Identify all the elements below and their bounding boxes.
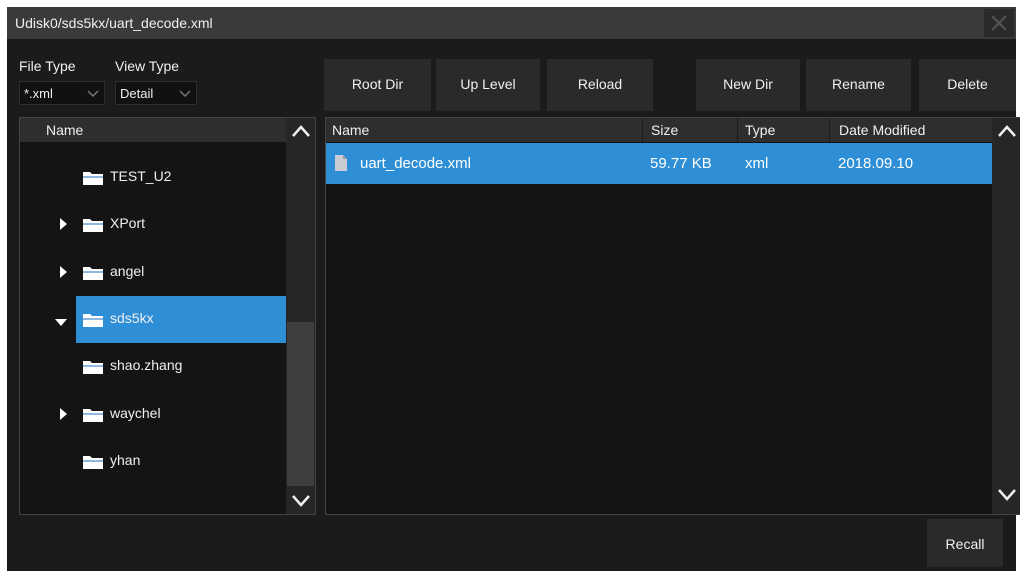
expanded-arrow-icon[interactable] — [54, 314, 68, 332]
tree-item-xport[interactable]: XPort — [20, 201, 286, 248]
tree-item-waychel[interactable]: waychel — [20, 391, 286, 438]
file-type-label: File Type — [19, 58, 76, 74]
close-button[interactable] — [984, 9, 1014, 37]
tree-scrollbar[interactable] — [286, 118, 315, 514]
reload-button[interactable]: Reload — [547, 59, 653, 111]
column-divider — [829, 118, 830, 142]
column-divider — [737, 118, 738, 142]
folder-icon — [82, 216, 104, 238]
tree-header: Name — [20, 118, 286, 142]
file-manager-window: Udisk0/sds5kx/uart_decode.xml File Type … — [7, 7, 1020, 571]
rename-label: Rename — [832, 76, 885, 92]
file-list-header: Name Size Type Date Modified — [326, 118, 992, 142]
column-date[interactable]: Date Modified — [839, 122, 925, 138]
file-type: xml — [745, 155, 769, 172]
up-level-label: Up Level — [460, 76, 516, 92]
tree-item-yhan[interactable]: yhan — [20, 438, 286, 485]
file-list-panel: Name Size Type Date Modified uart_decode… — [325, 117, 1020, 515]
scroll-up-icon[interactable] — [997, 124, 1017, 138]
collapsed-arrow-icon[interactable] — [58, 265, 68, 284]
column-name[interactable]: Name — [332, 122, 369, 138]
tree-item-label: yhan — [110, 451, 141, 468]
file-size: 59.77 KB — [650, 155, 712, 172]
delete-label: Delete — [947, 76, 988, 92]
tree-item-shao-zhang[interactable]: shao.zhang — [20, 343, 286, 390]
reload-label: Reload — [577, 76, 623, 92]
file-type-value: *.xml — [24, 86, 53, 101]
view-type-value: Detail — [120, 86, 154, 101]
new-dir-button[interactable]: New Dir — [696, 59, 800, 111]
folder-icon — [82, 358, 104, 380]
new-dir-label: New Dir — [723, 76, 773, 92]
column-divider — [642, 118, 643, 142]
column-type[interactable]: Type — [745, 122, 775, 138]
title-bar: Udisk0/sds5kx/uart_decode.xml — [7, 7, 1016, 39]
tree-item-label: sds5kx — [110, 309, 154, 326]
view-type-select[interactable]: Detail — [115, 81, 197, 105]
delete-button[interactable]: Delete — [919, 59, 1016, 111]
file-date: 2018.09.10 — [838, 155, 914, 172]
folder-icon — [82, 453, 104, 475]
close-icon — [991, 15, 1007, 31]
tree-item-angel[interactable]: angel — [20, 249, 286, 296]
file-name: uart_decode.xml — [360, 155, 471, 172]
file-row[interactable]: uart_decode.xml 59.77 KB xml 2018.09.10 — [326, 143, 992, 184]
tree-item-label: angel — [110, 262, 145, 279]
collapsed-arrow-icon[interactable] — [58, 407, 68, 426]
window-title: Udisk0/sds5kx/uart_decode.xml — [15, 15, 213, 31]
folder-icon — [82, 169, 104, 191]
up-level-button[interactable]: Up Level — [436, 59, 540, 111]
rename-button[interactable]: Rename — [806, 59, 911, 111]
tree-item-label: XPort — [110, 215, 146, 232]
file-icon — [335, 155, 347, 171]
scroll-down-icon[interactable] — [291, 494, 311, 508]
recall-label: Recall — [945, 536, 985, 552]
file-type-select[interactable]: *.xml — [19, 81, 105, 105]
tree-item-test-u2[interactable]: TEST_U2 — [20, 154, 286, 201]
file-list-scrollbar[interactable] — [992, 118, 1020, 514]
chevron-down-icon — [87, 90, 99, 98]
folder-icon — [82, 264, 104, 286]
root-dir-label: Root Dir — [351, 76, 404, 92]
view-type-label: View Type — [115, 58, 180, 74]
directory-tree-panel: Name TEST_U2 XPort angel sds5kx shao.zhang wa… — [19, 117, 316, 515]
collapsed-arrow-icon[interactable] — [58, 217, 68, 236]
column-size[interactable]: Size — [651, 122, 678, 138]
tree-item-sds5kx[interactable]: sds5kx — [55, 295, 286, 343]
tree-scroll-thumb[interactable] — [287, 322, 314, 486]
recall-button[interactable]: Recall — [927, 519, 1003, 567]
folder-icon — [82, 311, 104, 333]
scroll-down-icon[interactable] — [997, 488, 1017, 502]
root-dir-button[interactable]: Root Dir — [324, 59, 431, 111]
chevron-down-icon — [179, 90, 191, 98]
tree-item-label: waychel — [110, 404, 161, 421]
tree-header-name: Name — [46, 122, 84, 138]
scroll-up-icon[interactable] — [291, 124, 311, 138]
tree-item-label: shao.zhang — [110, 357, 183, 374]
folder-icon — [82, 406, 104, 428]
tree-item-label: TEST_U2 — [110, 168, 172, 184]
